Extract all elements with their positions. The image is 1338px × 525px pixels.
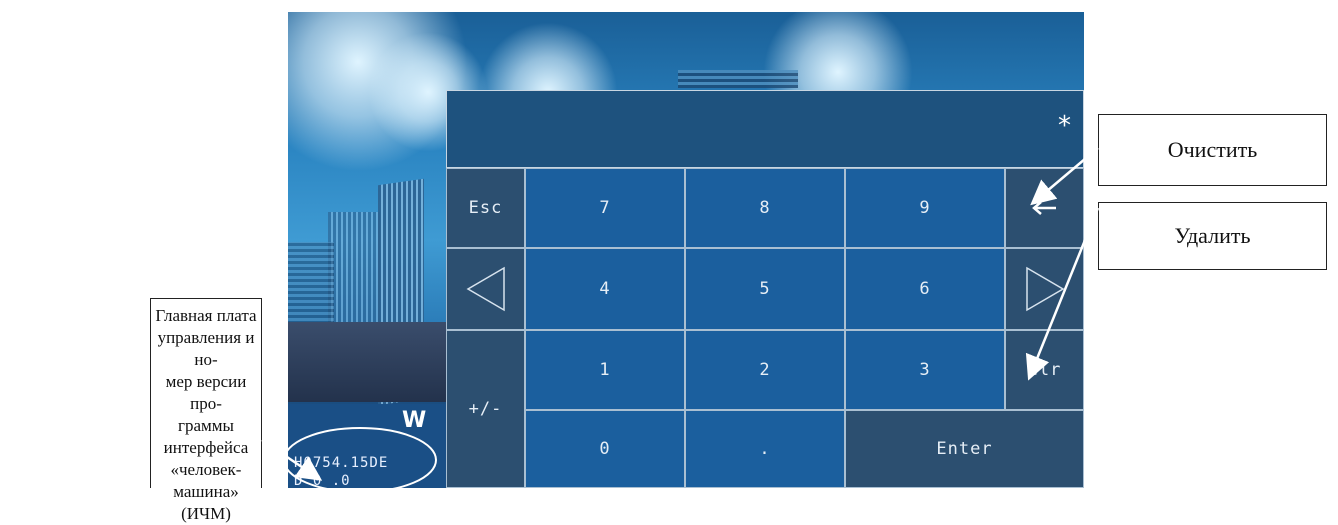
- key-2[interactable]: 2: [685, 330, 845, 410]
- clr-key[interactable]: Clr: [1005, 330, 1084, 410]
- info-line: «человек-машина»: [170, 460, 242, 501]
- key-0[interactable]: 0: [525, 410, 685, 488]
- right-key[interactable]: [1005, 248, 1084, 330]
- version-text-line2: D 0 .0: [294, 473, 351, 488]
- delete-callout-label: Удалить: [1098, 202, 1327, 270]
- key-8[interactable]: 8: [685, 168, 845, 248]
- plus-minus-key[interactable]: +/-: [446, 330, 525, 488]
- version-info-callout: Главная плата управления и но- мер верси…: [150, 298, 262, 523]
- key-9[interactable]: 9: [845, 168, 1005, 248]
- enter-key[interactable]: Enter: [845, 410, 1084, 488]
- left-arrow-icon: [1031, 201, 1056, 215]
- info-line: мер версии про-: [165, 372, 247, 413]
- left-key[interactable]: [446, 248, 525, 330]
- info-line: управления и но-: [157, 328, 255, 369]
- clear-callout-label: Очистить: [1098, 114, 1327, 186]
- left-triangle-icon: [466, 266, 505, 312]
- key-7[interactable]: 7: [525, 168, 685, 248]
- backspace-key[interactable]: [1005, 168, 1084, 248]
- key-3[interactable]: 3: [845, 330, 1005, 410]
- key-dot[interactable]: .: [685, 410, 845, 488]
- display-value: *: [1058, 111, 1071, 141]
- key-6[interactable]: 6: [845, 248, 1005, 330]
- keypad-display: *: [446, 90, 1084, 168]
- info-line: Главная плата: [155, 306, 257, 325]
- key-1[interactable]: 1: [525, 330, 685, 410]
- right-triangle-icon: [1025, 266, 1064, 312]
- info-line: (ИЧМ): [181, 504, 231, 523]
- version-text-line1: H0754.15DE: [294, 455, 389, 471]
- building-top: [678, 70, 798, 88]
- key-5[interactable]: 5: [685, 248, 845, 330]
- info-line: граммы интерфейса: [163, 416, 249, 457]
- key-4[interactable]: 4: [525, 248, 685, 330]
- brand-logo-letter: W: [402, 408, 427, 433]
- esc-key[interactable]: Esc: [446, 168, 525, 248]
